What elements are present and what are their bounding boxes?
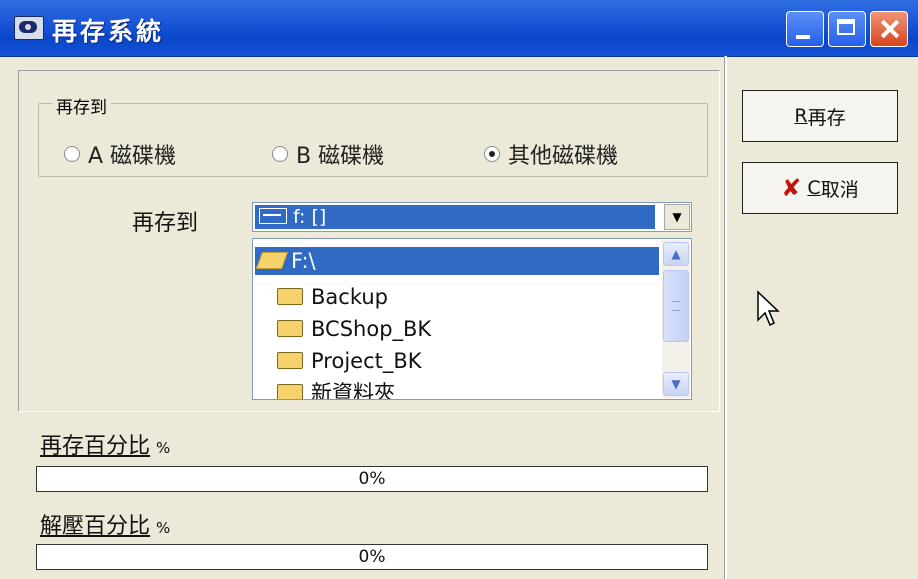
folder-list-item[interactable]: Backup — [257, 283, 388, 311]
cancel-x-icon: ✘ — [781, 174, 802, 202]
folder-list-item[interactable]: Project_BK — [257, 347, 422, 375]
group-label: 再存到 — [52, 93, 111, 118]
minimize-button[interactable] — [786, 11, 824, 47]
app-icon — [14, 16, 44, 40]
scroll-thumb[interactable] — [663, 270, 689, 342]
mouse-cursor-icon — [757, 290, 780, 327]
decompress-progress-unit: % — [156, 519, 171, 537]
restore-window: 再存系統 再存到 A 磁碟機 B 磁碟機 其他磁碟機 再存到 f: [] ▼ F… — [0, 0, 918, 579]
folder-list-item[interactable]: 新資料夾 — [257, 379, 395, 400]
radio-dot-b[interactable] — [272, 146, 288, 162]
folder-label: BCShop_BK — [311, 317, 432, 341]
drive-value: f: [] — [293, 206, 327, 228]
folder-icon — [277, 383, 303, 399]
folder-root-label: F:\ — [291, 249, 316, 273]
drive-select[interactable]: f: [] ▼ — [252, 202, 692, 232]
decompress-progress-text: 0% — [358, 547, 386, 567]
cancel-button-label: 取消 — [820, 178, 859, 201]
restore-progress-bar: 0% — [36, 466, 708, 492]
folder-label: Project_BK — [311, 349, 422, 373]
folder-list-item[interactable]: BCShop_BK — [257, 315, 431, 343]
restore-progress-label: 再存百分比% — [40, 428, 170, 460]
restore-button-label: 再存 — [807, 106, 846, 129]
radio-dot-other[interactable] — [484, 146, 500, 162]
radio-label-a: A 磁碟機 — [88, 144, 177, 169]
window-title: 再存系統 — [52, 17, 165, 46]
scroll-up-icon[interactable]: ▲ — [663, 242, 689, 266]
restore-progress-text: 0% — [358, 469, 386, 489]
folder-label: 新資料夾 — [311, 381, 395, 400]
chevron-down-icon[interactable]: ▼ — [664, 204, 690, 230]
drive-icon — [259, 207, 287, 224]
folder-list-scrollbar[interactable]: ▲ ▼ — [662, 240, 690, 398]
target-label: 再存到 — [132, 211, 199, 236]
radio-label-other: 其他磁碟機 — [508, 144, 619, 169]
restore-button[interactable]: R 再存 — [742, 90, 898, 142]
radio-drive-other[interactable]: 其他磁碟機 — [484, 138, 618, 170]
folder-icon — [277, 351, 303, 369]
decompress-progress-bar: 0% — [36, 544, 708, 570]
maximize-button[interactable] — [828, 11, 866, 47]
folder-icon — [277, 319, 303, 337]
folder-open-icon — [255, 251, 289, 269]
restore-progress-unit: % — [156, 439, 171, 457]
folder-list-item-root[interactable]: F:\ — [255, 247, 659, 275]
restore-progress-title: 再存百分比 — [40, 434, 151, 459]
scroll-down-icon[interactable]: ▼ — [663, 372, 689, 396]
folder-list[interactable]: F:\ Backup BCShop_BK Project_BK 新資料夾 ▲ ▼ — [252, 238, 692, 400]
close-button[interactable] — [870, 11, 908, 47]
decompress-progress-label: 解壓百分比% — [40, 508, 170, 540]
radio-drive-b[interactable]: B 磁碟機 — [272, 138, 384, 170]
restore-accel: R — [794, 105, 808, 127]
radio-dot-a[interactable] — [64, 146, 80, 162]
cancel-accel: C — [807, 177, 821, 199]
folder-icon — [277, 287, 303, 305]
radio-label-b: B 磁碟機 — [296, 144, 385, 169]
decompress-progress-title: 解壓百分比 — [40, 514, 151, 539]
divider — [724, 56, 727, 579]
folder-label: Backup — [311, 285, 388, 309]
drive-select-value: f: [] — [255, 205, 655, 229]
title-bar[interactable]: 再存系統 — [0, 0, 918, 57]
cancel-button[interactable]: ✘ C 取消 — [742, 162, 898, 214]
radio-drive-a[interactable]: A 磁碟機 — [64, 138, 176, 170]
